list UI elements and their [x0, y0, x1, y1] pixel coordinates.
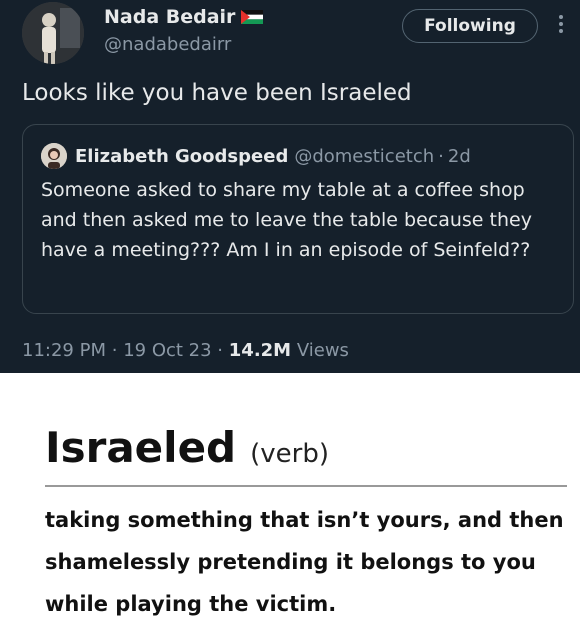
quoted-author-name[interactable]: Elizabeth Goodspeed: [75, 146, 288, 167]
tweet-meta: 11:29 PM · 19 Oct 23 · 14.2M Views: [22, 340, 349, 361]
divider: [45, 485, 567, 487]
part-of-speech: (verb): [250, 439, 329, 469]
quoted-separator: ·: [438, 145, 444, 167]
quoted-tweet[interactable]: Elizabeth Goodspeed @domesticetch · 2d S…: [22, 124, 574, 314]
quoted-tweet-header: Elizabeth Goodspeed @domesticetch · 2d: [41, 143, 471, 169]
tweet-date[interactable]: 19 Oct 23: [123, 340, 211, 361]
palestine-flag-icon: [241, 10, 264, 24]
tweet-text: Looks like you have been Israeled: [22, 80, 412, 106]
quoted-timestamp[interactable]: 2d: [448, 146, 471, 167]
views-label: Views: [296, 340, 349, 361]
author-handle[interactable]: @nadabedairr: [104, 34, 231, 55]
tweet-time[interactable]: 11:29 PM: [22, 340, 106, 361]
definition-text: taking something that isn’t yours, and t…: [45, 508, 564, 616]
views-count[interactable]: 14.2M: [229, 340, 291, 361]
author-name-row: Nada Bedair: [104, 6, 264, 28]
definition-header: Israeled (verb): [45, 423, 329, 472]
tweet-card: Nada Bedair @nadabedairr Following Looks…: [0, 0, 580, 373]
quoted-author-avatar: [41, 143, 67, 169]
definition-term: Israeled: [45, 423, 237, 472]
quoted-author-handle[interactable]: @domesticetch: [294, 146, 434, 167]
definition-card: Israeled (verb) taking something that is…: [0, 373, 580, 640]
meta-separator: ·: [217, 340, 224, 361]
quoted-tweet-text: Someone asked to share my table at a cof…: [41, 179, 532, 261]
following-button[interactable]: Following: [402, 9, 538, 43]
meta-separator: ·: [111, 340, 118, 361]
more-options-icon[interactable]: [556, 12, 566, 40]
author-name[interactable]: Nada Bedair: [104, 6, 235, 28]
author-avatar[interactable]: [22, 2, 84, 64]
